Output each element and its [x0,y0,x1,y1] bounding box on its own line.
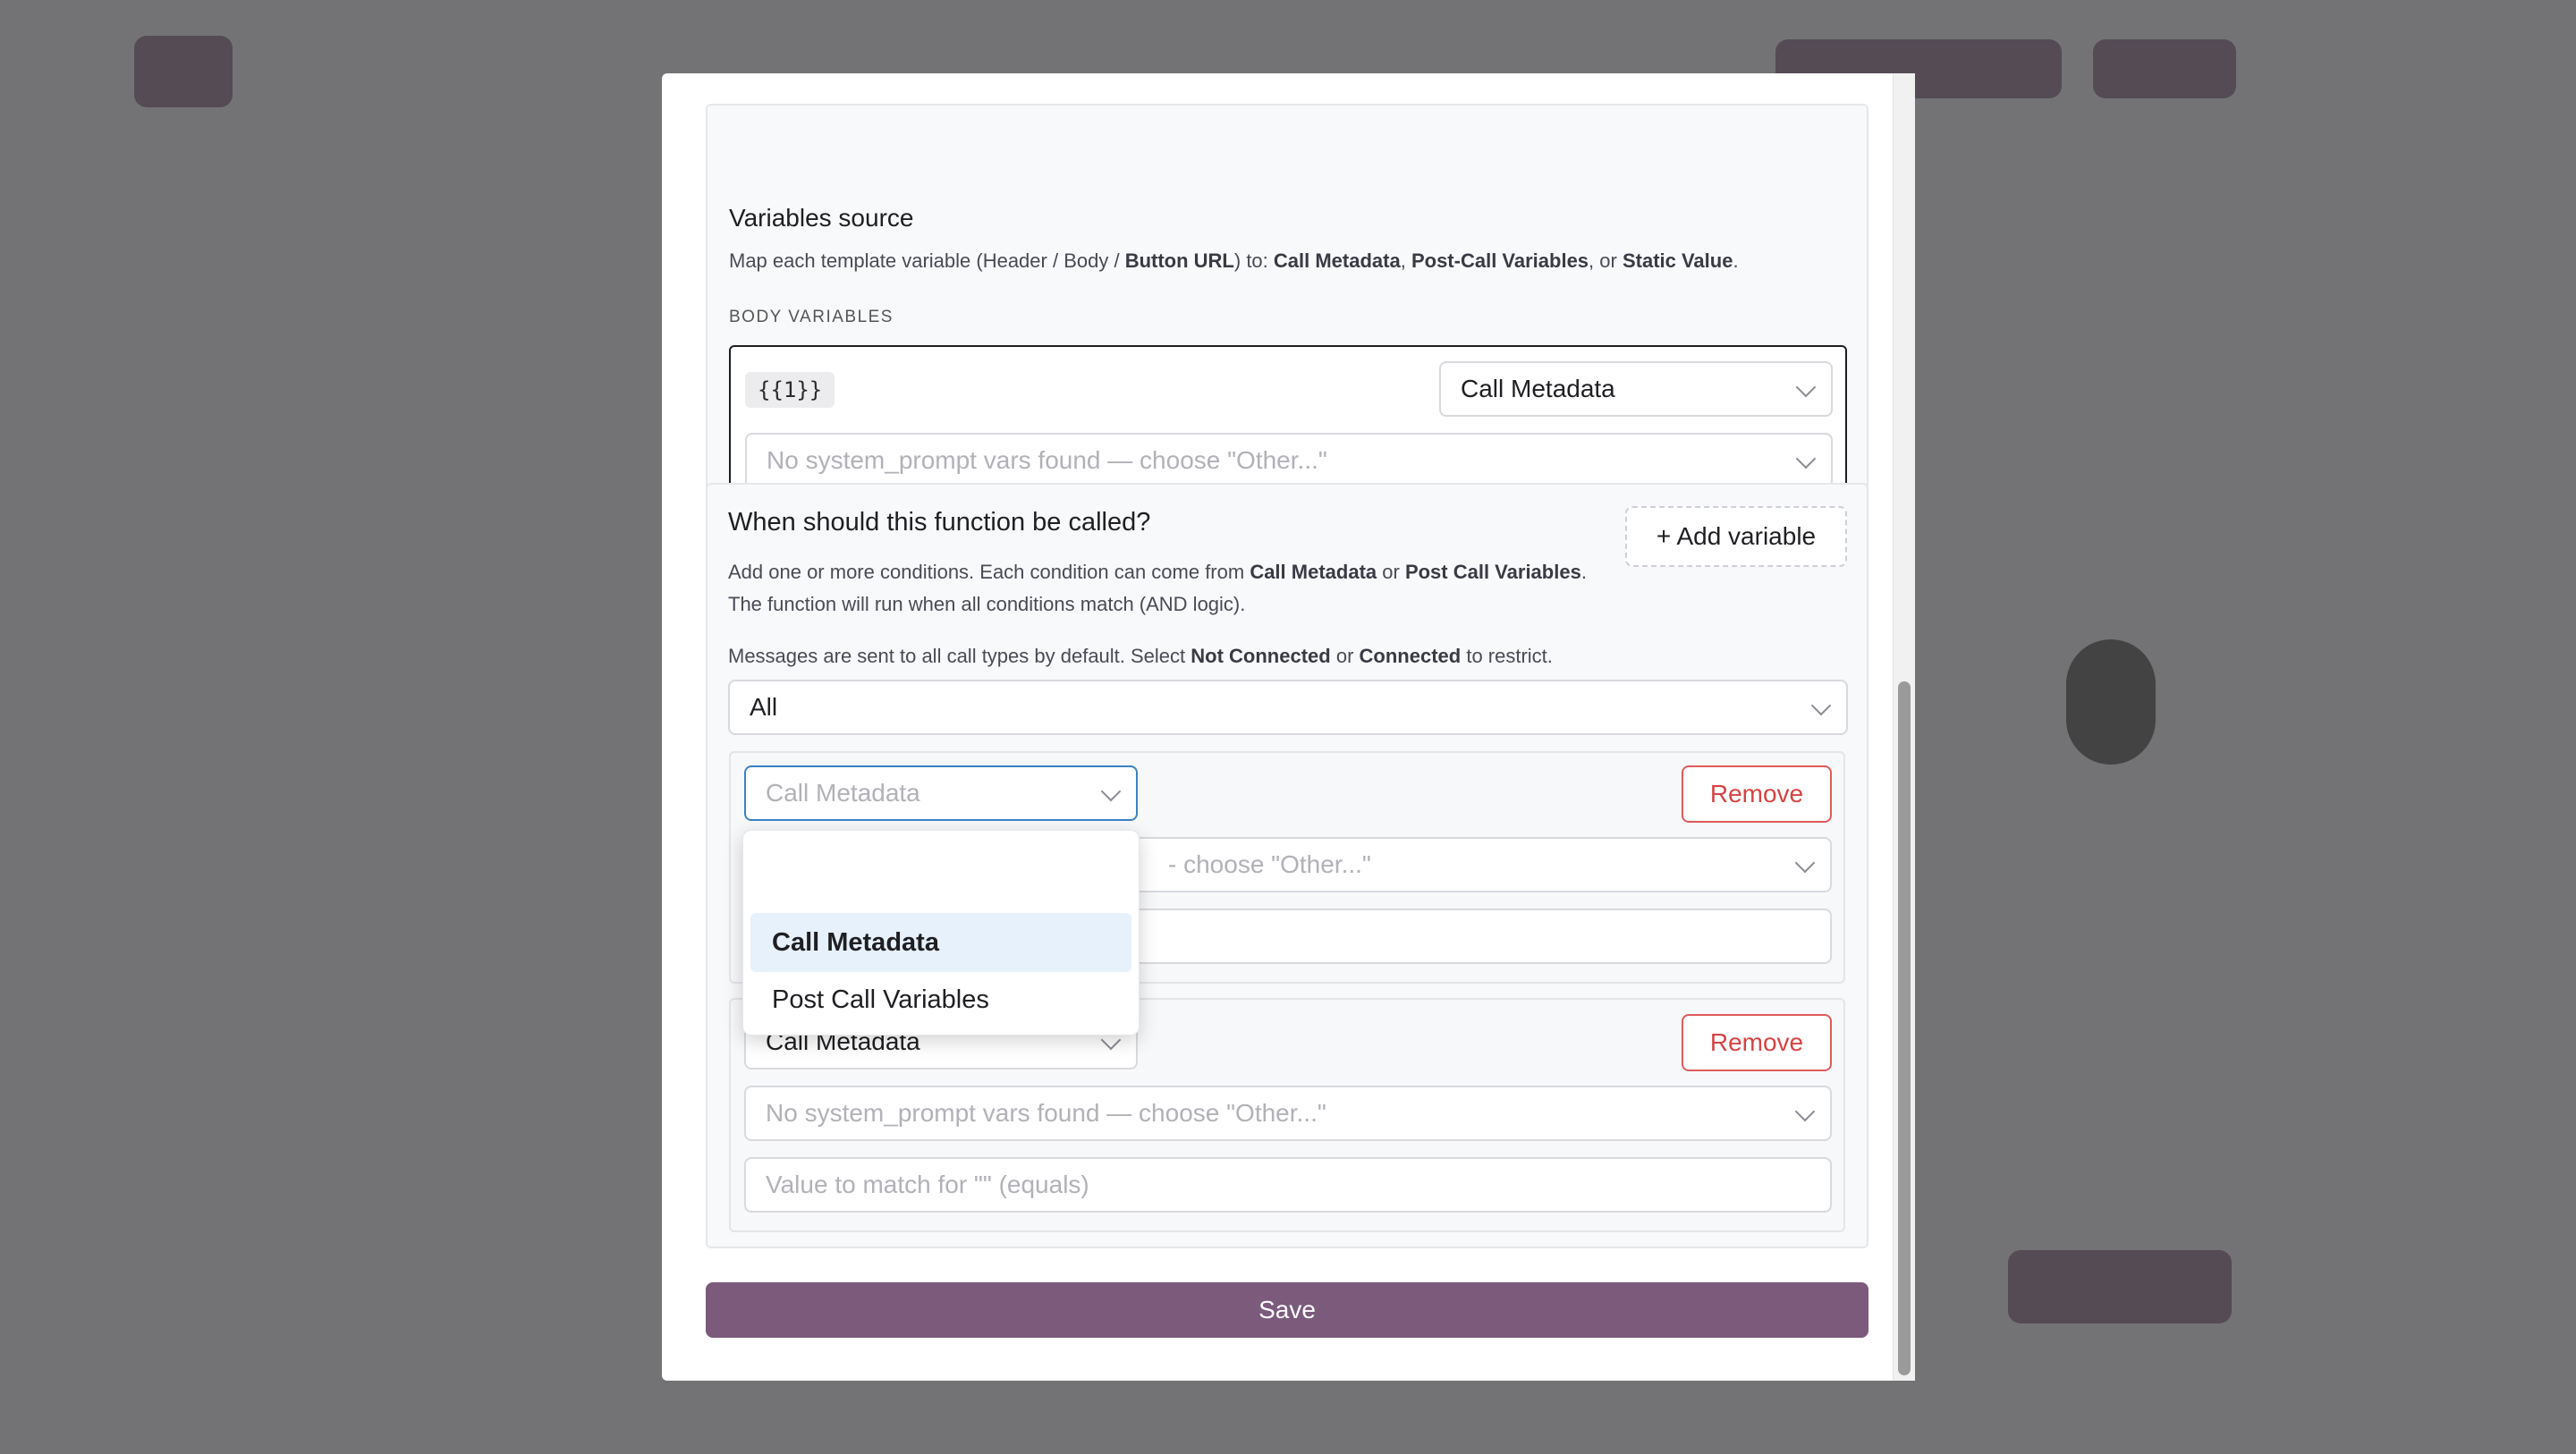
scrollbar-thumb[interactable] [1898,681,1911,1375]
conditions-description: Add one or more conditions. Each conditi… [728,561,1587,615]
condition-1-source-select[interactable]: Call Metadata [744,765,1138,821]
edit-function-modal: Variables source Map each template varia… [662,73,1914,1381]
modal-scrollbar[interactable] [1893,73,1915,1381]
condition-2-variable-select[interactable]: No system_prompt vars found — choose "Ot… [744,1086,1832,1141]
chevron-down-icon [1794,852,1816,874]
save-button[interactable]: Save [706,1282,1868,1338]
variable-source-select[interactable]: Call Metadata [1439,361,1833,417]
chevron-down-icon [1795,448,1817,469]
dropdown-option-post-call-variables[interactable]: Post Call Variables [750,970,1131,1029]
variable-name-select[interactable]: No system_prompt vars found — choose "Ot… [745,433,1833,488]
variable-placeholder-chip: {{1}} [745,372,835,408]
chevron-down-icon [1795,376,1817,398]
chevron-down-icon [1794,1101,1816,1122]
dropdown-option-call-metadata[interactable]: Call Metadata [750,913,1131,972]
condition-2-remove-button[interactable]: Remove [1682,1014,1832,1071]
call-type-description: Messages are sent to all call types by d… [728,645,1553,667]
body-variables-caption: BODY VARIABLES [729,308,894,326]
condition-2-value-input[interactable]: Value to match for "" (equals) [744,1157,1832,1213]
chevron-down-icon [1810,695,1832,716]
chevron-down-icon [1100,781,1122,802]
condition-1-remove-button[interactable]: Remove [1682,765,1832,823]
body-variable-card: {{1}} Call Metadata No system_prompt var… [729,345,1847,506]
variables-source-title: Variables source [729,204,914,232]
source-dropdown-menu: Call Metadata Post Call Variables [742,830,1140,1036]
conditions-title: When should this function be called? [728,508,1151,537]
variables-source-description: Map each template variable (Header / Bod… [729,249,1739,272]
variables-source-section: Variables source Map each template varia… [706,104,1868,529]
call-type-select[interactable]: All [728,680,1848,735]
add-variable-button[interactable]: + Add variable [1625,506,1847,567]
